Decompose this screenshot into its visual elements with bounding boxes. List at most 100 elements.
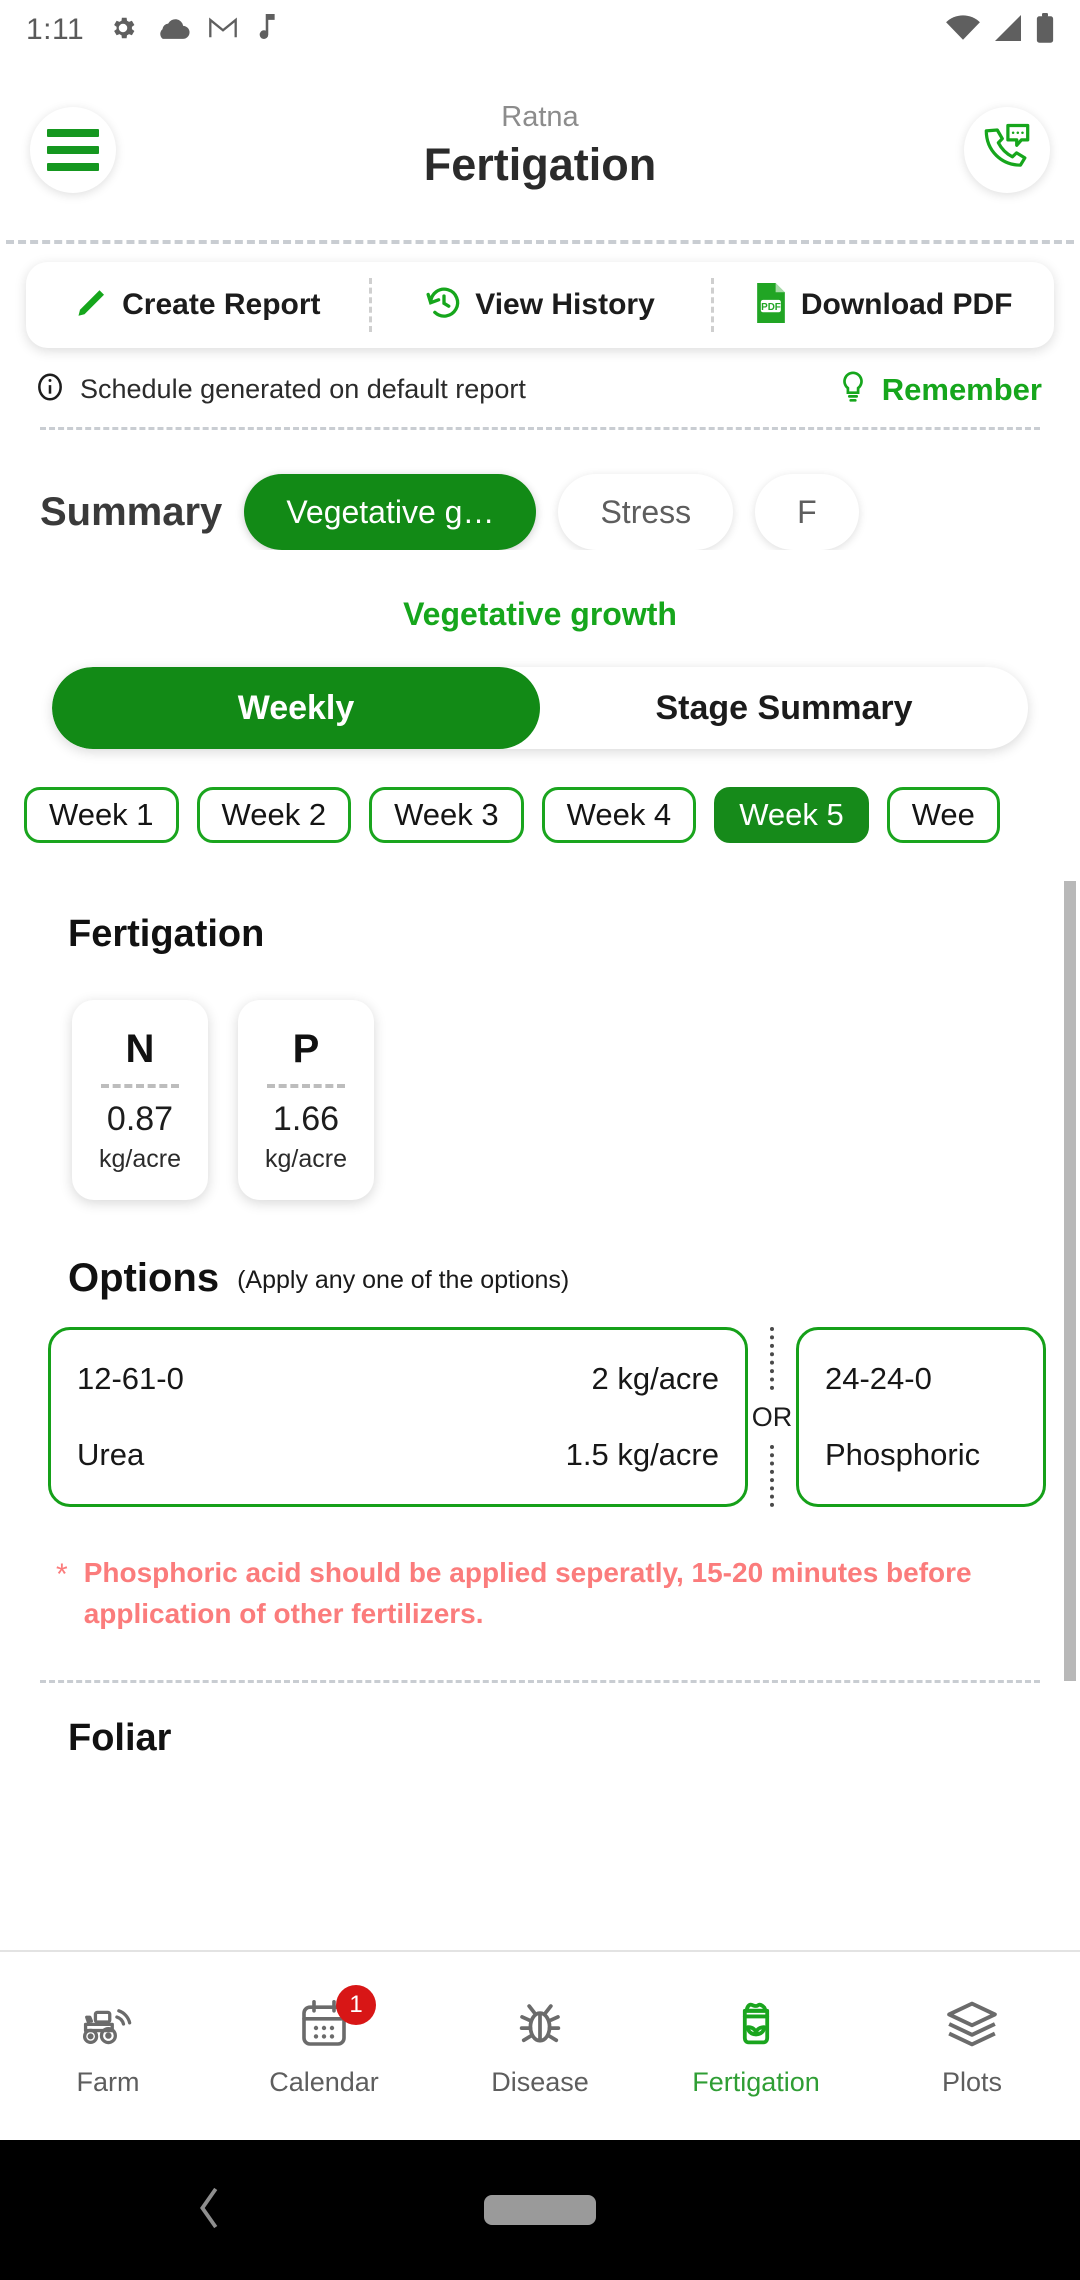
nutrient-value: 1.66: [273, 1100, 339, 1139]
week-chip-4[interactable]: Week 4: [542, 787, 697, 843]
bulb-icon: [838, 370, 868, 409]
option-line: Phosphoric: [825, 1428, 1017, 1482]
system-navigation-bar: [0, 2140, 1080, 2280]
option-line: 12-61-0 2 kg/acre: [77, 1352, 719, 1406]
nutrient-cards: N 0.87 kg/acre P 1.66 kg/acre: [0, 956, 1080, 1200]
status-system-icons: [946, 13, 1054, 48]
music-note-icon: [256, 14, 278, 47]
option-line: Urea 1.5 kg/acre: [77, 1428, 719, 1482]
nav-label-disease: Disease: [491, 2067, 589, 2098]
nutrient-unit: kg/acre: [265, 1145, 347, 1174]
gear-icon: [108, 13, 138, 48]
schedule-note: Schedule generated on default report: [34, 371, 526, 408]
battery-icon: [1036, 13, 1054, 48]
nutrient-divider: [267, 1084, 345, 1088]
svg-text:PDF: PDF: [761, 302, 781, 313]
nutrient-card-p: P 1.66 kg/acre: [238, 1000, 374, 1200]
schedule-note-row: Schedule generated on default report Rem…: [0, 348, 1080, 427]
hamburger-menu-icon: [47, 129, 99, 171]
support-call-button[interactable]: [964, 107, 1050, 193]
warning-asterisk: *: [56, 1553, 68, 1634]
option-card-2[interactable]: 24-24-0 Phosphoric: [796, 1327, 1046, 1507]
fertigation-section-title: Fertigation: [0, 881, 1080, 956]
pencil-icon: [74, 285, 110, 326]
home-pill-icon[interactable]: [484, 2195, 596, 2225]
week-chip-1[interactable]: Week 1: [24, 787, 179, 843]
vertical-scrollbar[interactable]: [1064, 881, 1076, 1681]
or-separator: OR: [748, 1327, 796, 1507]
bug-icon: [515, 1995, 565, 2053]
or-label: OR: [752, 1396, 793, 1439]
nutrient-card-n: N 0.87 kg/acre: [72, 1000, 208, 1200]
status-time: 1:11: [26, 13, 84, 47]
fertilizer-name: Urea: [77, 1437, 144, 1473]
history-clock-icon: [425, 284, 463, 327]
or-dots-bottom: [770, 1445, 774, 1508]
tractor-icon: [79, 1995, 137, 2053]
back-chevron-icon[interactable]: [196, 2187, 224, 2234]
week-chip-3[interactable]: Week 3: [369, 787, 524, 843]
download-pdf-button[interactable]: PDF Download PDF: [711, 262, 1054, 348]
week-chip-2[interactable]: Week 2: [197, 787, 352, 843]
options-header: Options (Apply any one of the options): [0, 1200, 1080, 1301]
schedule-note-text: Schedule generated on default report: [80, 374, 526, 405]
status-bar: 1:11: [0, 0, 1080, 60]
signal-icon: [992, 15, 1024, 46]
call-support-icon: [980, 121, 1034, 180]
cloud-icon: [156, 15, 190, 46]
nutrient-symbol: N: [126, 1027, 155, 1072]
toggle-stage-summary[interactable]: Stage Summary: [540, 667, 1028, 749]
fertilizer-dose: 1.5 kg/acre: [566, 1437, 719, 1473]
action-bar: Create Report View History: [26, 262, 1054, 348]
menu-button[interactable]: [30, 107, 116, 193]
create-report-button[interactable]: Create Report: [26, 262, 369, 348]
nav-item-plots[interactable]: Plots: [864, 1952, 1080, 2140]
remember-button[interactable]: Remember: [838, 370, 1046, 409]
gmail-icon: [208, 16, 238, 45]
info-icon[interactable]: [34, 371, 66, 408]
nav-label-calendar: Calendar: [269, 2067, 379, 2098]
nav-item-calendar[interactable]: 1 Calendar: [216, 1952, 432, 2140]
or-dots-top: [770, 1327, 774, 1390]
nutrient-divider: [101, 1084, 179, 1088]
download-pdf-label: Download PDF: [801, 288, 1013, 322]
pdf-file-icon: PDF: [753, 283, 789, 328]
fertigation-content: Fertigation N 0.87 kg/acre P 1.66 kg/acr…: [0, 881, 1080, 1760]
fertilizer-bag-icon: [730, 1995, 782, 2053]
summary-tabs-row: Summary Vegetative g… Stress F: [0, 430, 1080, 550]
nav-item-disease[interactable]: Disease: [432, 1952, 648, 2140]
action-bar-wrapper: Create Report View History: [0, 244, 1080, 348]
nutrient-value: 0.87: [107, 1100, 173, 1139]
toggle-weekly[interactable]: Weekly: [52, 667, 540, 749]
nutrient-unit: kg/acre: [99, 1145, 181, 1174]
layers-icon: [945, 1995, 999, 2053]
page-title: Fertigation: [116, 137, 964, 193]
warning-text: Phosphoric acid should be applied sepera…: [84, 1553, 1032, 1634]
calendar-icon: 1: [298, 1995, 350, 2053]
nav-item-fertigation[interactable]: Fertigation: [648, 1952, 864, 2140]
options-subtitle: (Apply any one of the options): [237, 1266, 569, 1301]
fertilizer-name: Phosphoric: [825, 1437, 980, 1473]
nav-label-fertigation: Fertigation: [692, 2067, 820, 2098]
app-header: Ratna Fertigation: [0, 60, 1080, 240]
nutrient-symbol: P: [293, 1027, 320, 1072]
view-toggle: Weekly Stage Summary: [52, 667, 1028, 749]
view-history-label: View History: [475, 288, 655, 322]
status-notification-icons: [108, 13, 278, 48]
fertilizer-name: 24-24-0: [825, 1361, 932, 1397]
tab-vegetative-growth[interactable]: Vegetative g…: [244, 474, 536, 550]
tab-stress[interactable]: Stress: [558, 474, 733, 550]
week-chip-5[interactable]: Week 5: [714, 787, 869, 843]
option-card-1[interactable]: 12-61-0 2 kg/acre Urea 1.5 kg/acre: [48, 1327, 748, 1507]
week-selector: Week 1 Week 2 Week 3 Week 4 Week 5 Wee: [0, 749, 1080, 843]
week-chip-6[interactable]: Wee: [887, 787, 1000, 843]
tab-flowering[interactable]: F: [755, 474, 859, 550]
nav-item-farm[interactable]: Farm: [0, 1952, 216, 2140]
nav-label-farm: Farm: [77, 2067, 140, 2098]
calendar-badge: 1: [336, 1985, 376, 2025]
bottom-navigation: Farm 1 Calendar: [0, 1950, 1080, 2140]
view-history-button[interactable]: View History: [369, 262, 712, 348]
summary-label: Summary: [40, 490, 222, 535]
option-line: 24-24-0: [825, 1352, 1017, 1406]
foliar-section-title: Foliar: [0, 1683, 1080, 1760]
